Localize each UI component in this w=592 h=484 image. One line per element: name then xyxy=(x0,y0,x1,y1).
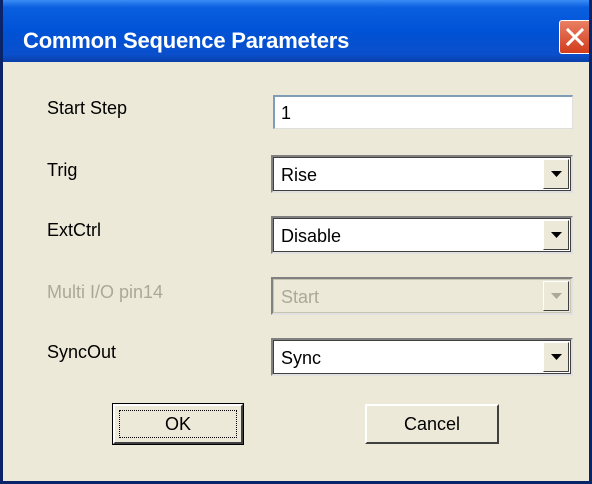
extctrl-select[interactable]: Disable xyxy=(271,216,573,254)
cancel-button[interactable]: Cancel xyxy=(365,404,499,444)
ok-button-label: OK xyxy=(119,410,237,438)
trig-selected-value: Rise xyxy=(281,165,318,185)
multi-io-pin14-dropdown-button xyxy=(543,281,569,311)
extctrl-label: ExtCtrl xyxy=(47,220,101,240)
chevron-down-icon xyxy=(551,293,562,299)
start-step-input[interactable]: 1 xyxy=(273,95,573,129)
chevron-down-icon xyxy=(551,232,562,238)
syncout-selected-value: Sync xyxy=(281,348,322,368)
multi-io-pin14-selected-value: Start xyxy=(281,287,320,307)
trig-label: Trig xyxy=(47,160,78,180)
syncout-select[interactable]: Sync xyxy=(271,338,573,376)
multi-io-pin14-label: Multi I/O pin14 xyxy=(47,282,164,302)
extctrl-dropdown-button[interactable] xyxy=(543,220,569,250)
close-button[interactable] xyxy=(559,20,589,54)
close-icon xyxy=(566,28,584,46)
extctrl-selected-value: Disable xyxy=(281,226,342,246)
chevron-down-icon xyxy=(551,354,562,360)
dialog-window: Common Sequence Parameters Start Step 1 … xyxy=(0,0,592,484)
multi-io-pin14-select: Start xyxy=(271,277,573,315)
syncout-dropdown-button[interactable] xyxy=(543,342,569,372)
chevron-down-icon xyxy=(551,171,562,177)
trig-dropdown-button[interactable] xyxy=(543,159,569,189)
ok-button[interactable]: OK xyxy=(112,403,244,445)
title-bar[interactable]: Common Sequence Parameters xyxy=(3,0,589,62)
start-step-label: Start Step xyxy=(47,98,128,118)
trig-select[interactable]: Rise xyxy=(271,155,573,193)
syncout-label: SyncOut xyxy=(47,342,117,362)
dialog-title: Common Sequence Parameters xyxy=(23,28,350,53)
